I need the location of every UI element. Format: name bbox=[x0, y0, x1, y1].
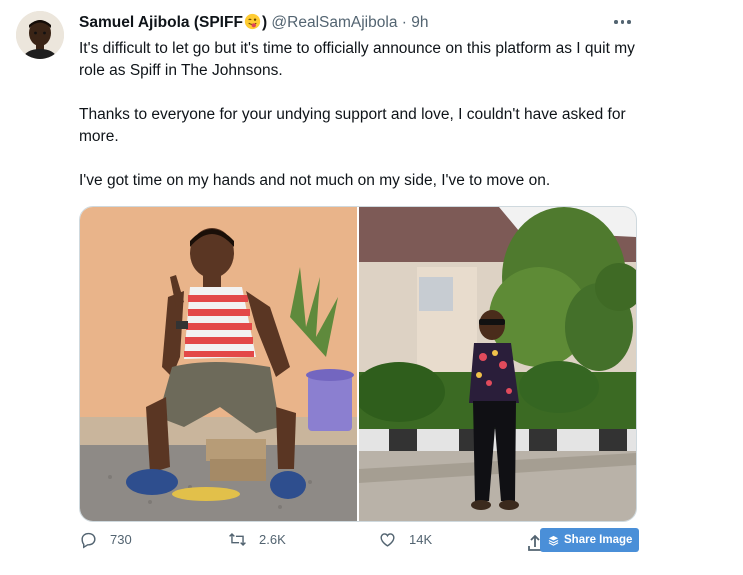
tweet-text: It's difficult to let go but it's time t… bbox=[79, 38, 639, 192]
winking-tongue-emoji-icon bbox=[244, 13, 261, 30]
tweet-time[interactable]: · 9h bbox=[402, 14, 429, 31]
photo-standing-man[interactable] bbox=[359, 207, 636, 521]
author-handle[interactable]: @RealSamAjibola bbox=[271, 14, 397, 31]
retweet-icon bbox=[229, 532, 246, 547]
retweet-button[interactable]: 2.6K bbox=[228, 530, 286, 549]
reply-count: 730 bbox=[110, 532, 132, 547]
reply-icon bbox=[81, 532, 96, 549]
share-image-button[interactable]: Share Image bbox=[540, 528, 639, 552]
tweet-paragraph-2: Thanks to everyone for your undying supp… bbox=[79, 106, 626, 145]
reply-button[interactable]: 730 bbox=[79, 530, 132, 549]
photo-seated-man[interactable] bbox=[80, 207, 357, 521]
tweet-header: Samuel Ajibola (SPIFF) @RealSamAjibola ·… bbox=[79, 13, 428, 33]
more-icon[interactable] bbox=[614, 15, 634, 29]
like-icon bbox=[380, 533, 395, 547]
retweet-count: 2.6K bbox=[259, 532, 286, 547]
layers-icon bbox=[548, 535, 559, 546]
share-image-label: Share Image bbox=[564, 534, 633, 546]
tweet-paragraph-3: I've got time on my hands and not much o… bbox=[79, 172, 551, 189]
like-button[interactable]: 14K bbox=[378, 530, 432, 549]
like-count: 14K bbox=[409, 532, 433, 547]
tweet-paragraph-1: It's difficult to let go but it's time t… bbox=[79, 40, 635, 79]
media-grid bbox=[79, 206, 637, 522]
author-name[interactable]: Samuel Ajibola (SPIFF) bbox=[79, 13, 267, 31]
avatar[interactable] bbox=[16, 11, 64, 59]
